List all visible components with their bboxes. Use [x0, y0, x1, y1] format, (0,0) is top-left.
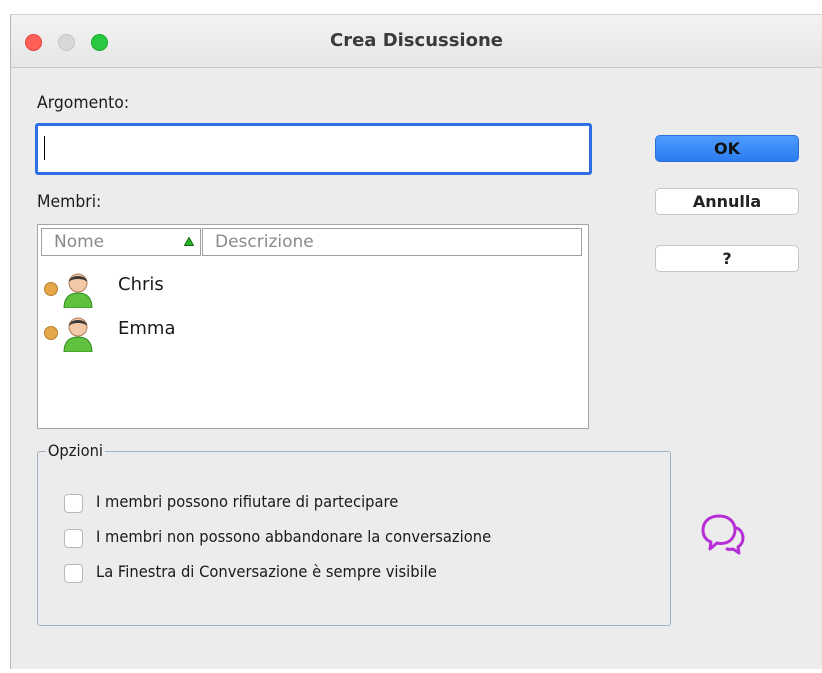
options-legend: Opzioni [46, 441, 105, 460]
option-checkbox[interactable] [64, 494, 83, 513]
text-caret [44, 136, 45, 160]
window-title: Crea Discussione [329, 30, 503, 51]
column-header-description-label: Descrizione [215, 232, 314, 252]
status-dot-icon [44, 282, 58, 296]
members-list[interactable]: Nome Descrizione Chris Emma [37, 224, 589, 429]
help-button[interactable]: ? [655, 245, 799, 272]
user-avatar-icon [63, 273, 93, 308]
ok-button[interactable]: OK [655, 135, 799, 162]
title-bar[interactable]: Crea Discussione [11, 15, 822, 68]
chat-bubbles-icon [701, 514, 745, 555]
option-checkbox[interactable] [64, 564, 83, 583]
member-name: Emma [118, 318, 176, 339]
user-avatar-icon [63, 317, 93, 352]
sort-ascending-icon [184, 237, 194, 246]
option-label[interactable]: La Finestra di Conversazione è sempre vi… [96, 562, 437, 581]
option-checkbox[interactable] [64, 529, 83, 548]
column-header-name-label: Nome [54, 232, 105, 252]
member-name: Chris [118, 274, 164, 295]
column-header-description[interactable]: Descrizione [202, 228, 582, 256]
cancel-button[interactable]: Annulla [655, 188, 799, 215]
topic-label: Argomento: [37, 93, 130, 113]
options-group: Opzioni I membri possono rifiutare di pa… [37, 441, 671, 626]
option-label[interactable]: I membri non possono abbandonare la conv… [96, 527, 491, 546]
create-discussion-window: Crea Discussione Argomento: OK Annulla ?… [10, 14, 822, 669]
column-header-name[interactable]: Nome [41, 228, 201, 256]
member-row[interactable]: Chris [38, 264, 588, 308]
topic-input[interactable] [35, 123, 592, 175]
member-row[interactable]: Emma [38, 308, 588, 352]
option-label[interactable]: I membri possono rifiutare di partecipar… [96, 492, 398, 511]
status-dot-icon [44, 326, 58, 340]
members-label: Membri: [37, 192, 102, 212]
